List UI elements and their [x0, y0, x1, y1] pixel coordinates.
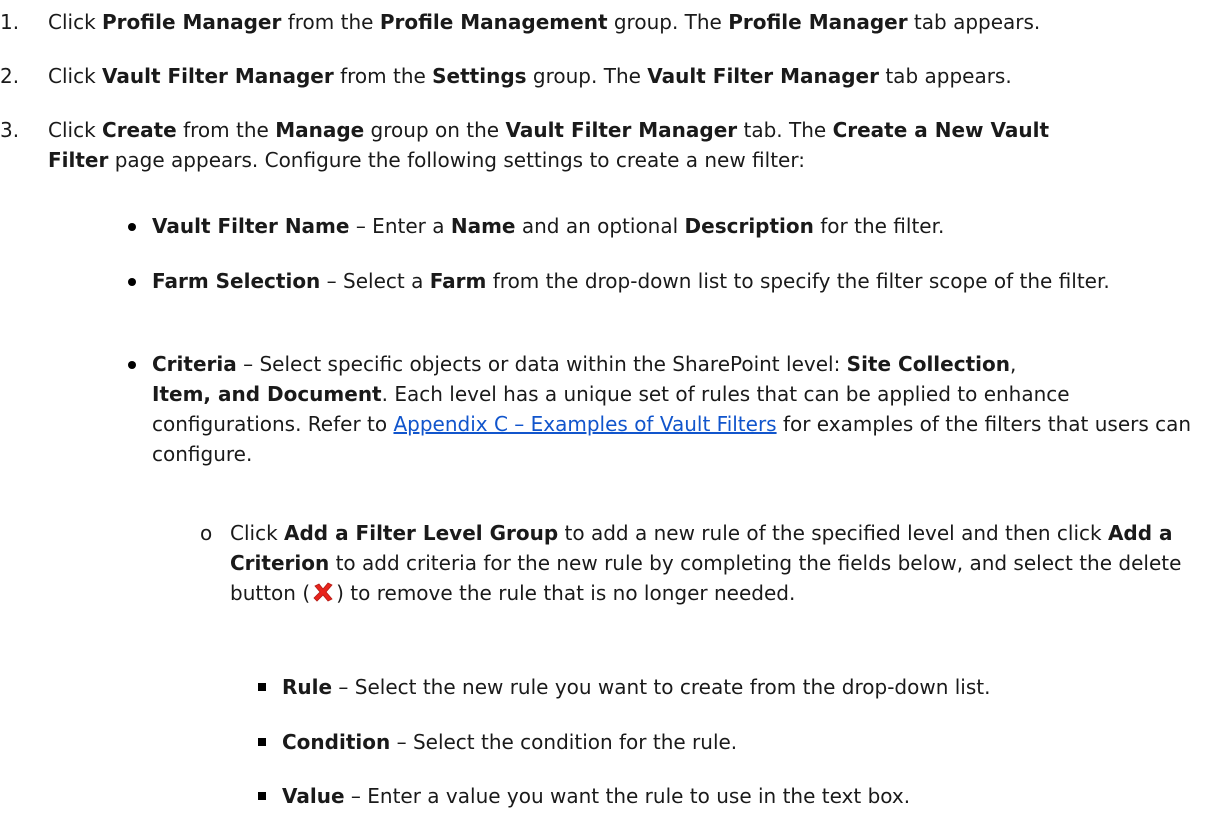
step-text: Click Profile Manager from the Profile M… — [48, 10, 1041, 34]
create-new-vault-filter-label: Create a New Vault — [832, 118, 1050, 142]
sub-item-text: Click Add a Filter Level Group to add a … — [230, 521, 1182, 605]
bullet-dot — [128, 223, 136, 231]
settings-group-label: Settings — [432, 64, 527, 88]
profile-manager-label: Profile Manager — [102, 10, 282, 34]
bullet-text: Vault Filter Name – Enter a Name and an … — [152, 214, 945, 238]
delete-x-icon — [312, 581, 334, 603]
vault-filter-manager-label: Vault Filter Manager — [102, 64, 334, 88]
step-text: Click Create from the Manage group on th… — [48, 118, 1050, 172]
create-button-label: Create — [102, 118, 177, 142]
bullet-dot — [128, 278, 136, 286]
manage-group-label: Manage — [275, 118, 365, 142]
appendix-c-link[interactable]: Appendix C – Examples of Vault Filters — [393, 412, 776, 436]
add-filter-level-group-label: Add a Filter Level Group — [284, 521, 559, 545]
step-number: 3. — [0, 118, 20, 142]
vault-filter-manager-tab-label: Vault Filter Manager — [505, 118, 738, 142]
square-bullet — [258, 792, 266, 800]
step-number: 1. — [0, 10, 20, 34]
square-bullet — [258, 738, 266, 746]
profile-management-group-label: Profile Management — [379, 10, 608, 34]
bullet-text: Criteria – Select specific objects or da… — [152, 352, 1192, 466]
square-bullet — [258, 683, 266, 691]
create-new-vault-filter-label-cont: Filter — [48, 148, 109, 172]
profile-manager-tab-label: Profile Manager — [728, 10, 908, 34]
bullet-dot — [128, 361, 136, 369]
step-text: Click Vault Filter Manager from the Sett… — [48, 64, 1012, 88]
step-number: 2. — [0, 64, 20, 88]
sub-bullet-marker: o — [200, 521, 213, 545]
bullet-text: Farm Selection – Select a Farm from the … — [152, 269, 1110, 293]
vault-filter-manager-tab-label: Vault Filter Manager — [647, 64, 879, 88]
